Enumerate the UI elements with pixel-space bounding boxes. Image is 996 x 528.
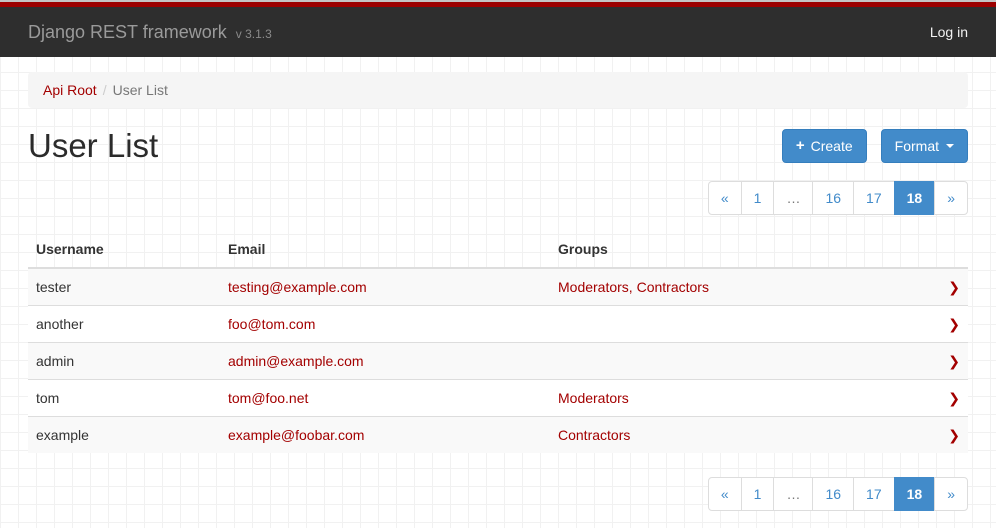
column-header-groups: Groups xyxy=(550,231,898,268)
table-row: admin admin@example.com ❯ xyxy=(28,343,968,380)
page-item-1[interactable]: 1 xyxy=(742,181,775,215)
page-header: User List + Create Format xyxy=(28,128,968,164)
page-ellipsis: … xyxy=(774,477,813,511)
email-link[interactable]: example@foobar.com xyxy=(228,427,364,443)
table-header-row: Username Email Groups xyxy=(28,231,968,268)
page-item-18-active[interactable]: 18 xyxy=(895,477,936,511)
navbar: Django REST framework v 3.1.3 Log in xyxy=(0,7,996,57)
users-table: Username Email Groups tester testing@exa… xyxy=(28,231,968,453)
chevron-right-icon[interactable]: ❯ xyxy=(948,316,960,332)
table-row: another foo@tom.com ❯ xyxy=(28,306,968,343)
email-link[interactable]: admin@example.com xyxy=(228,353,364,369)
login-link[interactable]: Log in xyxy=(930,24,968,40)
column-header-detail xyxy=(898,231,968,268)
table-row: example example@foobar.com Contractors ❯ xyxy=(28,417,968,454)
column-header-email: Email xyxy=(220,231,550,268)
email-link[interactable]: testing@example.com xyxy=(228,279,367,295)
pagination-top: « 1 … 16 17 18 » xyxy=(28,181,968,215)
pagination-bottom: « 1 … 16 17 18 » xyxy=(28,477,968,511)
create-button[interactable]: + Create xyxy=(782,129,867,163)
email-link[interactable]: tom@foo.net xyxy=(228,390,308,406)
page-item-16[interactable]: 16 xyxy=(813,477,854,511)
username-cell: tom xyxy=(28,380,220,417)
username-cell: tester xyxy=(28,268,220,306)
page-ellipsis: … xyxy=(774,181,813,215)
page-item-16[interactable]: 16 xyxy=(813,181,854,215)
page-prev[interactable]: « xyxy=(708,181,742,215)
breadcrumb-link-api-root[interactable]: Api Root xyxy=(43,82,97,98)
username-cell: another xyxy=(28,306,220,343)
table-row: tester testing@example.com Moderators, C… xyxy=(28,268,968,306)
create-button-label: Create xyxy=(811,136,853,156)
format-button-label: Format xyxy=(895,136,939,156)
breadcrumb-separator: / xyxy=(97,82,113,98)
chevron-right-icon[interactable]: ❯ xyxy=(948,353,960,369)
page-next[interactable]: » xyxy=(935,477,968,511)
column-header-username: Username xyxy=(28,231,220,268)
format-button[interactable]: Format xyxy=(881,129,968,163)
plus-icon: + xyxy=(796,136,805,156)
page-item-1[interactable]: 1 xyxy=(742,477,775,511)
chevron-right-icon[interactable]: ❯ xyxy=(948,390,960,406)
brand-title: Django REST framework xyxy=(28,22,227,42)
email-link[interactable]: foo@tom.com xyxy=(228,316,315,332)
brand: Django REST framework v 3.1.3 xyxy=(28,22,272,43)
username-cell: admin xyxy=(28,343,220,380)
page-item-17[interactable]: 17 xyxy=(854,477,895,511)
username-cell: example xyxy=(28,417,220,454)
page-prev[interactable]: « xyxy=(708,477,742,511)
breadcrumb-current: User List xyxy=(113,82,168,98)
page-next[interactable]: » xyxy=(935,181,968,215)
chevron-right-icon[interactable]: ❯ xyxy=(948,427,960,443)
caret-down-icon xyxy=(946,144,954,148)
version-label: v 3.1.3 xyxy=(236,27,272,41)
table-row: tom tom@foo.net Moderators ❯ xyxy=(28,380,968,417)
page-title: User List xyxy=(28,128,158,164)
chevron-right-icon[interactable]: ❯ xyxy=(948,279,960,295)
page-item-18-active[interactable]: 18 xyxy=(895,181,936,215)
page-item-17[interactable]: 17 xyxy=(854,181,895,215)
groups-link[interactable]: Moderators, Contractors xyxy=(558,279,709,295)
breadcrumb: Api Root/User List xyxy=(28,72,968,108)
groups-link[interactable]: Moderators xyxy=(558,390,629,406)
groups-link[interactable]: Contractors xyxy=(558,427,630,443)
